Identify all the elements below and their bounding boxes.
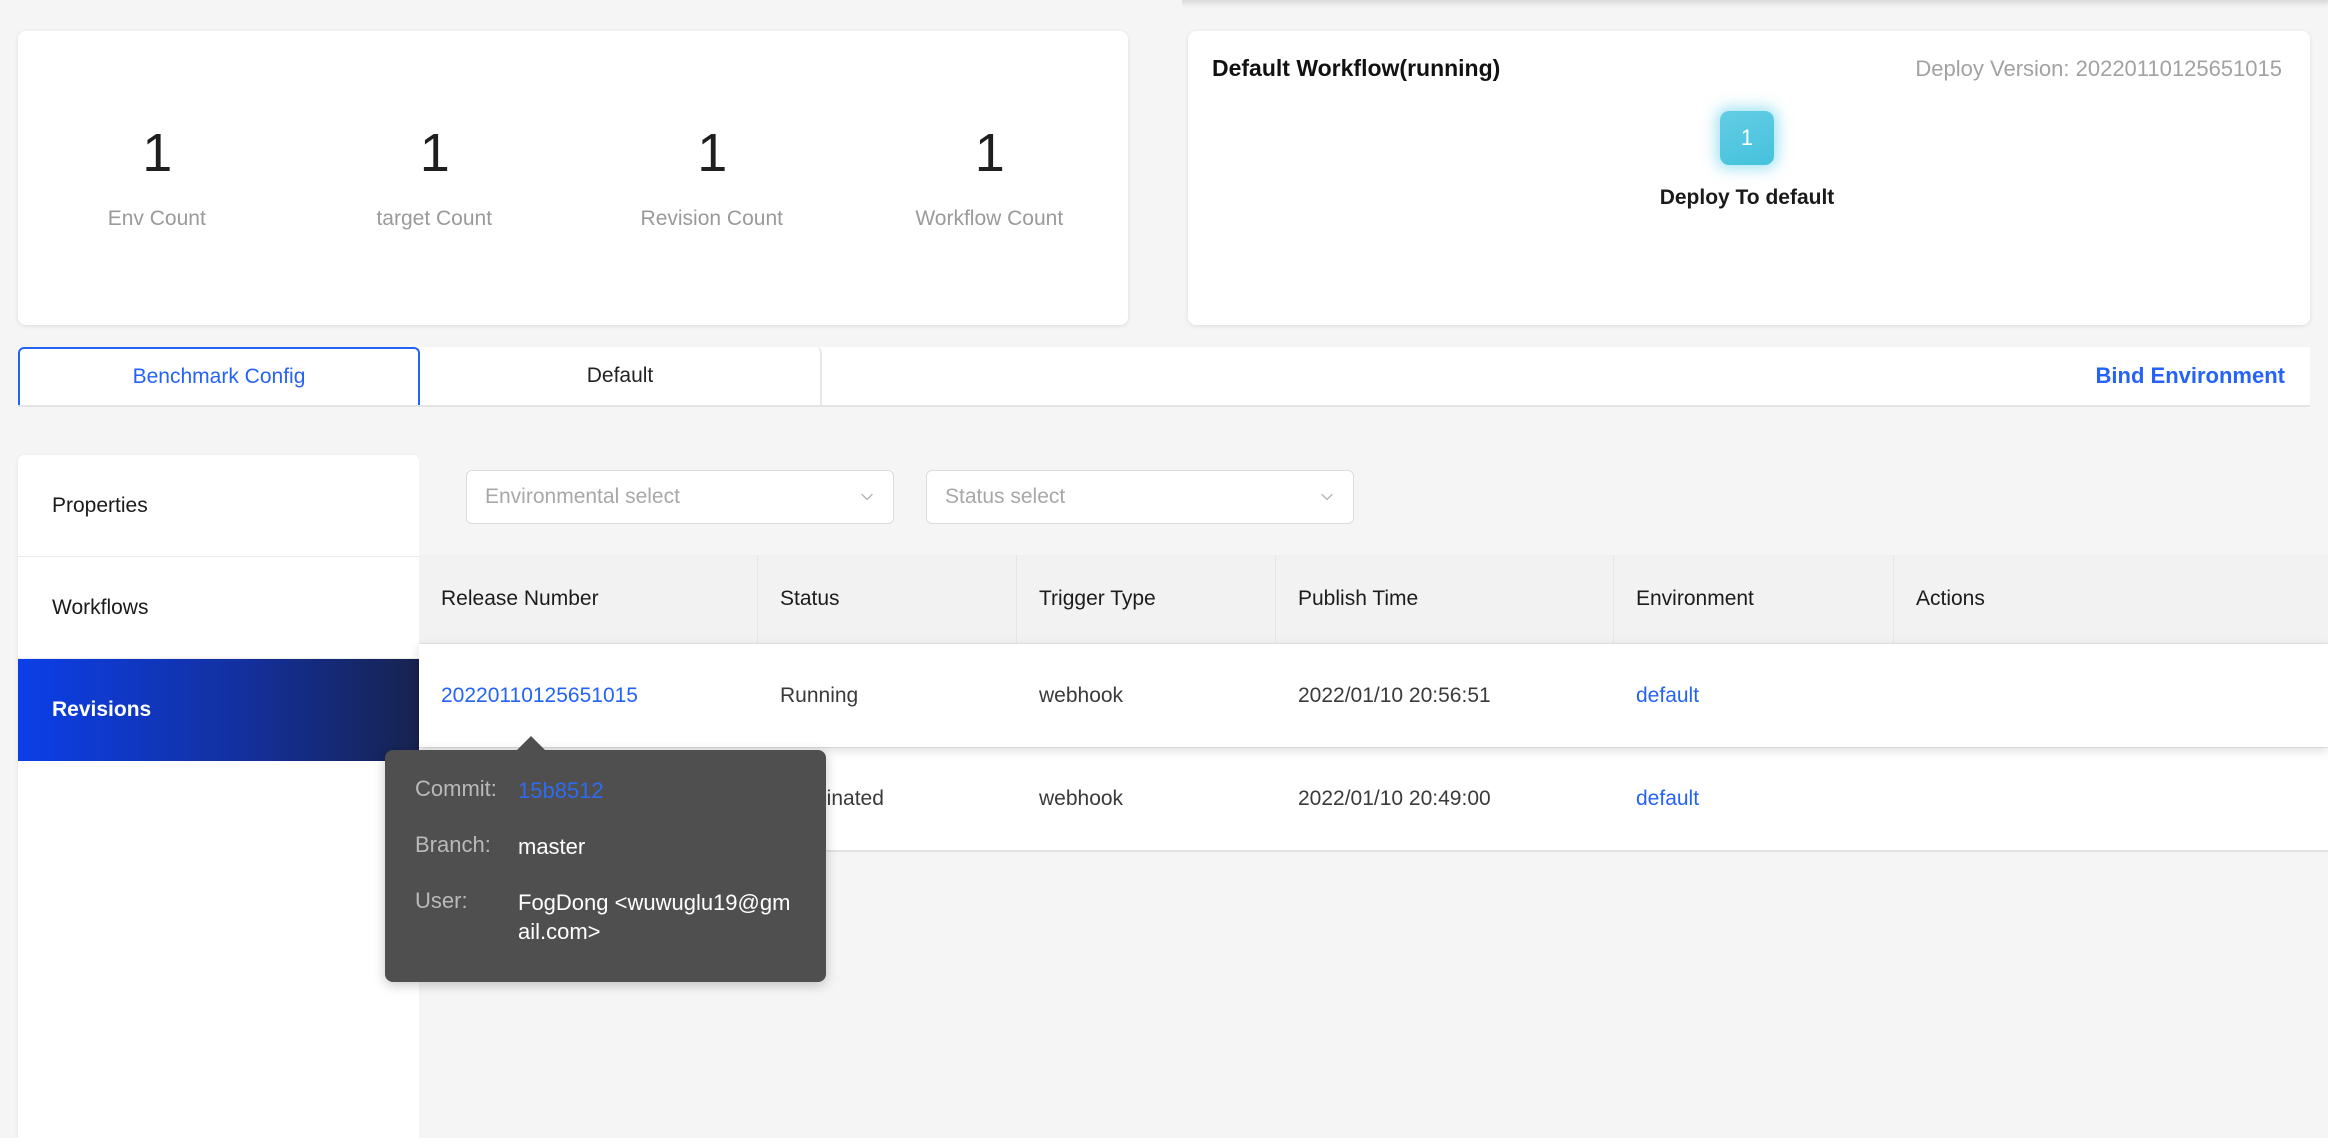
tooltip-label-branch: Branch: bbox=[415, 832, 518, 861]
stats-card: 1 Env Count 1 target Count 1 Revision Co… bbox=[18, 31, 1128, 325]
stat-label: Env Count bbox=[18, 207, 296, 231]
table-row[interactable]: 20220110125651015 Running webhook 2022/0… bbox=[419, 644, 2328, 747]
deploy-version-text: Deploy Version: 20220110125651015 bbox=[1915, 56, 2282, 82]
tab-default[interactable]: Default bbox=[420, 347, 822, 405]
tooltip-arrow-icon bbox=[516, 736, 546, 751]
tab-label: Benchmark Config bbox=[133, 365, 306, 389]
cell-trigger-type: webhook bbox=[1017, 644, 1276, 747]
sidebar-item-label: Revisions bbox=[52, 698, 151, 722]
sidebar-item-workflows[interactable]: Workflows bbox=[18, 557, 419, 659]
environment-link[interactable]: default bbox=[1636, 684, 1699, 708]
column-header-release-number[interactable]: Release Number bbox=[419, 555, 758, 643]
column-header-actions: Actions bbox=[1894, 555, 2328, 643]
summary-row: 1 Env Count 1 target Count 1 Revision Co… bbox=[0, 0, 2328, 326]
cell-publish-time: 2022/01/10 20:49:00 bbox=[1276, 748, 1614, 850]
workflow-graph: 1 Deploy To default bbox=[1212, 111, 2282, 210]
stat-value: 1 bbox=[18, 126, 296, 180]
workflow-node-label: Deploy To default bbox=[1660, 186, 1835, 210]
sidebar-item-label: Workflows bbox=[52, 596, 148, 620]
stat-target-count: 1 target Count bbox=[296, 126, 574, 231]
tab-bar-actions: Bind Environment bbox=[822, 347, 2310, 405]
tab-label: Default bbox=[587, 364, 654, 388]
stat-value: 1 bbox=[296, 126, 574, 180]
workflow-card: Default Workflow(running) Deploy Version… bbox=[1188, 31, 2310, 325]
stat-revision-count: 1 Revision Count bbox=[573, 126, 851, 231]
sidebar-item-properties[interactable]: Properties bbox=[18, 455, 419, 557]
stat-label: target Count bbox=[296, 207, 574, 231]
workflow-header: Default Workflow(running) Deploy Version… bbox=[1212, 55, 2282, 82]
workflow-title: Default Workflow(running) bbox=[1212, 55, 1500, 82]
tooltip-label-commit: Commit: bbox=[415, 776, 518, 805]
tooltip-value-user: FogDong <wuwuglu19@gmail.com> bbox=[518, 888, 796, 946]
tooltip-row-branch: Branch: master bbox=[415, 832, 796, 861]
cell-trigger-type: webhook bbox=[1017, 748, 1276, 850]
tooltip-row-commit: Commit: 15b8512 bbox=[415, 776, 796, 805]
filter-bar: Environmental select Status select bbox=[466, 470, 1354, 524]
column-header-trigger-type[interactable]: Trigger Type bbox=[1017, 555, 1276, 643]
stat-env-count: 1 Env Count bbox=[18, 126, 296, 231]
status-select-placeholder: Status select bbox=[945, 485, 1319, 509]
bind-environment-link[interactable]: Bind Environment bbox=[2096, 363, 2285, 389]
column-header-publish-time[interactable]: Publish Time bbox=[1276, 555, 1614, 643]
table-header-row: Release Number Status Trigger Type Publi… bbox=[419, 555, 2328, 644]
cell-status: Running bbox=[758, 644, 1017, 747]
status-select[interactable]: Status select bbox=[926, 470, 1354, 524]
release-number-link[interactable]: 20220110125651015 bbox=[441, 684, 638, 708]
tooltip-value-commit[interactable]: 15b8512 bbox=[518, 776, 604, 805]
tab-benchmark-config[interactable]: Benchmark Config bbox=[18, 347, 420, 405]
environment-select[interactable]: Environmental select bbox=[466, 470, 894, 524]
cell-environment: default bbox=[1614, 644, 1894, 747]
tab-bar: Benchmark Config Default Bind Environmen… bbox=[18, 347, 2310, 407]
tooltip-row-user: User: FogDong <wuwuglu19@gmail.com> bbox=[415, 888, 796, 946]
chevron-down-icon bbox=[859, 489, 875, 505]
cell-actions bbox=[1894, 748, 2328, 850]
cell-release-number: 20220110125651015 bbox=[419, 644, 758, 747]
tooltip-value-branch: master bbox=[518, 832, 585, 861]
column-header-status[interactable]: Status bbox=[758, 555, 1017, 643]
stat-label: Workflow Count bbox=[851, 207, 1129, 231]
workflow-node-badge: 1 bbox=[1741, 125, 1753, 151]
config-sidebar: Properties Workflows Revisions bbox=[18, 455, 419, 1138]
stat-workflow-count: 1 Workflow Count bbox=[851, 126, 1129, 231]
tooltip-label-user: User: bbox=[415, 888, 518, 946]
sidebar-item-label: Properties bbox=[52, 494, 148, 518]
stat-label: Revision Count bbox=[573, 207, 851, 231]
environment-select-placeholder: Environmental select bbox=[485, 485, 859, 509]
stat-value: 1 bbox=[573, 126, 851, 180]
stat-value: 1 bbox=[851, 126, 1129, 180]
column-header-environment[interactable]: Environment bbox=[1614, 555, 1894, 643]
cell-environment: default bbox=[1614, 748, 1894, 850]
environment-link[interactable]: default bbox=[1636, 787, 1699, 811]
cell-publish-time: 2022/01/10 20:56:51 bbox=[1276, 644, 1614, 747]
workflow-node-deploy-to-default[interactable]: 1 bbox=[1720, 111, 1774, 165]
revision-detail-tooltip: Commit: 15b8512 Branch: master User: Fog… bbox=[385, 750, 826, 982]
cell-actions bbox=[1894, 644, 2328, 747]
chevron-down-icon bbox=[1319, 489, 1335, 505]
sidebar-item-revisions[interactable]: Revisions bbox=[18, 659, 419, 761]
